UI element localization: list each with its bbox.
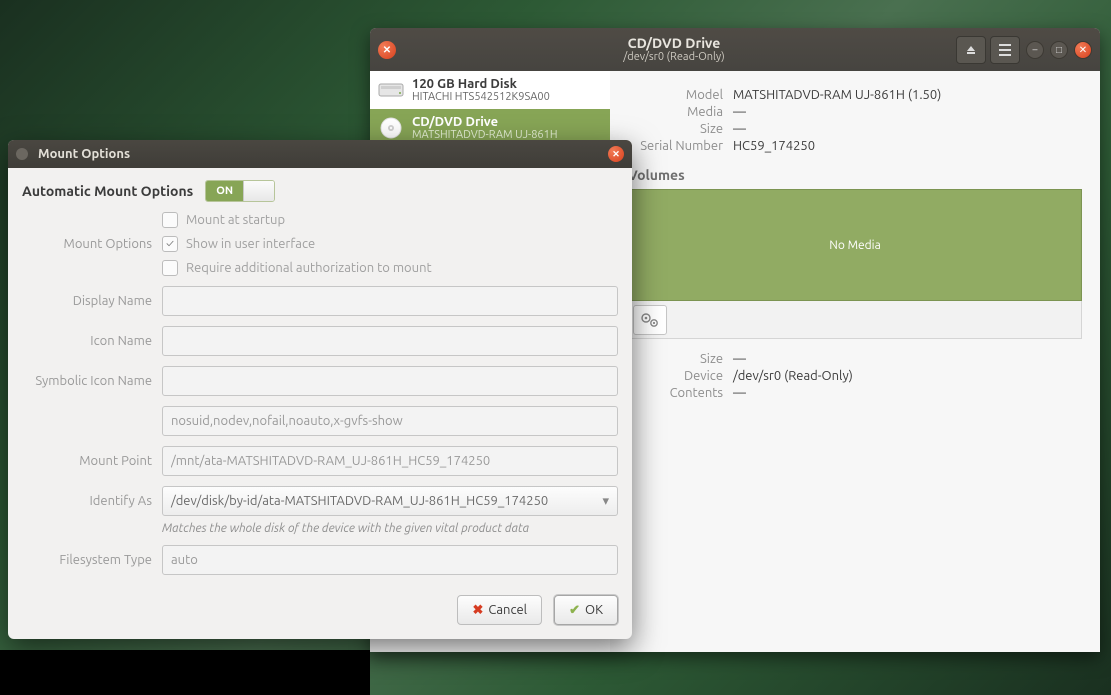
checkbox-show-ui-label: Show in user interface [186,237,315,251]
display-name-input[interactable] [162,286,618,316]
label-device: Device [628,369,733,383]
switch-state-text: ON [206,181,243,201]
minimize-button[interactable]: – [1026,41,1044,59]
checkbox-row-show-ui[interactable]: Show in user interface [162,236,618,252]
dialog-title: Mount Options [38,147,608,161]
label-vol-size: Size [628,352,733,366]
value-device: /dev/sr0 (Read-Only) [733,369,853,383]
gears-icon [640,312,660,328]
label-size: Size [628,122,733,136]
chevron-down-icon: ▾ [602,494,609,509]
value-size: — [733,122,746,136]
cancel-label: Cancel [488,603,527,617]
ok-icon: ✔ [569,603,580,618]
close-icon[interactable]: ✕ [378,41,396,59]
display-name-label: Display Name [22,294,152,308]
icon-name-label: Icon Name [22,334,152,348]
symbolic-icon-label: Symbolic Icon Name [22,374,152,388]
cancel-icon: ✖ [472,603,483,618]
automatic-mount-label: Automatic Mount Options [22,183,193,199]
volume-box[interactable]: No Media [628,189,1082,301]
desktop-black-strip [0,650,370,695]
automatic-mount-switch[interactable]: ON [205,180,275,202]
window-title-block: CD/DVD Drive /dev/sr0 (Read-Only) [396,35,952,65]
cd-icon [378,115,404,141]
eject-button[interactable] [956,36,986,64]
checkbox-startup[interactable] [162,212,178,228]
titlebar-dot-icon [16,148,28,160]
label-model: Model [628,88,733,102]
eject-icon [965,44,977,56]
checkbox-startup-label: Mount at startup [186,213,285,227]
value-media: — [733,105,746,119]
value-model: MATSHITADVD-RAM UJ-861H (1.50) [733,88,941,102]
mount-options-row-label: Mount Options [22,237,152,251]
checkbox-row-auth[interactable]: Require additional authorization to moun… [162,260,618,276]
checkbox-show-ui[interactable] [162,236,178,252]
device-model: HITACHI HTS542512K9SA00 [412,91,550,103]
fs-type-input[interactable] [162,545,618,575]
volume-settings-button[interactable] [633,305,667,335]
no-media-text: No Media [829,239,881,252]
mount-options-input[interactable] [162,406,618,436]
label-serial: Serial Number [628,139,733,153]
volume-toolbar [628,301,1082,339]
label-media: Media [628,105,733,119]
value-serial: HC59_174250 [733,139,815,153]
ok-button[interactable]: ✔ OK [554,595,618,625]
disks-titlebar: ✕ CD/DVD Drive /dev/sr0 (Read-Only) – □ … [370,28,1100,71]
dialog-close-button[interactable]: ✕ [608,146,624,162]
mount-point-input[interactable] [162,446,618,476]
icon-name-input[interactable] [162,326,618,356]
identify-as-helper: Matches the whole disk of the device wit… [162,522,618,535]
window-close-button[interactable]: ✕ [1074,41,1092,59]
checkbox-row-startup[interactable]: Mount at startup [162,212,618,228]
hamburger-menu-button[interactable] [990,36,1020,64]
fs-type-label: Filesystem Type [22,553,152,567]
identify-as-label: Identify As [22,494,152,508]
switch-handle [243,181,274,201]
device-detail-pane: ModelMATSHITADVD-RAM UJ-861H (1.50) Medi… [610,71,1100,652]
label-contents: Contents [628,386,733,400]
device-name: CD/DVD Drive [412,115,558,129]
window-subtitle: /dev/sr0 (Read-Only) [396,51,952,64]
value-vol-size: — [733,352,746,366]
value-contents: — [733,386,746,400]
device-name: 120 GB Hard Disk [412,77,550,91]
symbolic-icon-input[interactable] [162,366,618,396]
window-title: CD/DVD Drive [396,35,952,52]
identify-as-value: /dev/disk/by-id/ata-MATSHITADVD-RAM_UJ-8… [171,494,548,508]
maximize-button[interactable]: □ [1050,41,1068,59]
hdd-icon [378,77,404,103]
ok-label: OK [585,603,603,617]
mount-point-label: Mount Point [22,454,152,468]
checkbox-auth[interactable] [162,260,178,276]
volumes-header: Volumes [628,167,1082,183]
cancel-button[interactable]: ✖ Cancel [457,595,542,625]
dialog-titlebar: Mount Options ✕ [8,140,632,168]
identify-as-combo[interactable]: /dev/disk/by-id/ata-MATSHITADVD-RAM_UJ-8… [162,486,618,516]
checkbox-auth-label: Require additional authorization to moun… [186,261,432,275]
device-row-hdd[interactable]: 120 GB Hard Disk HITACHI HTS542512K9SA00 [370,71,610,109]
mount-options-dialog: Mount Options ✕ Automatic Mount Options … [8,140,632,639]
hamburger-icon [998,44,1012,56]
